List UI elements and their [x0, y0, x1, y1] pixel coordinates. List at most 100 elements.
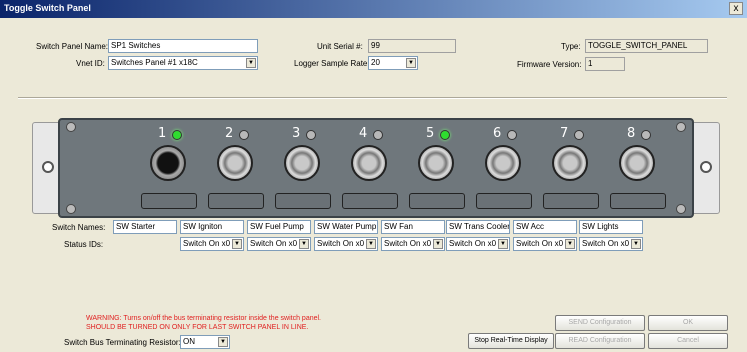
switch-label-box	[543, 193, 599, 209]
screw-icon	[676, 204, 686, 214]
logger-sample-rate-label: Logger Sample Rate:	[294, 59, 370, 68]
switch-panel-graphic: 1 2 3 4 5 6 7 8	[32, 118, 720, 218]
switch-plate: 1 2 3 4 5 6 7 8	[58, 118, 694, 218]
status-id-select-4[interactable]: Switch On x0 ▼	[381, 237, 445, 251]
stop-realtime-display-button[interactable]: Stop Real-Time Display	[468, 333, 554, 349]
switch-number: 4	[359, 126, 368, 141]
status-id-select-7[interactable]: Switch On x0 ▼	[579, 237, 643, 251]
toggle-knob-icon[interactable]	[351, 145, 387, 181]
switch-label-box	[342, 193, 398, 209]
switch-name-input-7[interactable]: SW Acc	[513, 220, 577, 234]
status-id-select-6[interactable]: Switch On x0 ▼	[513, 237, 577, 251]
screw-icon	[676, 122, 686, 132]
warning-line-1: WARNING: Turns on/off the bus terminatin…	[86, 315, 321, 322]
chevron-down-icon[interactable]: ▼	[366, 239, 376, 249]
terminating-resistor-select[interactable]: ON ▼	[180, 335, 230, 349]
status-id-value: Switch On x0	[250, 239, 298, 248]
chevron-down-icon[interactable]: ▼	[433, 239, 443, 249]
switch-3[interactable]: 3	[275, 126, 338, 216]
led-icon	[440, 130, 450, 140]
switch-7[interactable]: 7	[543, 126, 606, 216]
chevron-down-icon[interactable]: ▼	[498, 239, 508, 249]
status-id-select-2[interactable]: Switch On x0 ▼	[247, 237, 311, 251]
chevron-down-icon[interactable]: ▼	[406, 58, 416, 68]
switch-name-input-6[interactable]: SW Trans Cooler	[446, 220, 510, 234]
chevron-down-icon[interactable]: ▼	[232, 239, 242, 249]
switch-label-box	[208, 193, 264, 209]
logger-sample-rate-select[interactable]: 20 ▼	[368, 56, 418, 70]
status-id-select-3[interactable]: Switch On x0 ▼	[314, 237, 378, 251]
status-id-select-1[interactable]: Switch On x0 ▼	[180, 237, 244, 251]
led-icon	[172, 130, 182, 140]
chevron-down-icon[interactable]: ▼	[299, 239, 309, 249]
switch-number: 3	[292, 126, 301, 141]
switch-name-input-4[interactable]: SW Water Pump	[314, 220, 378, 234]
read-configuration-button[interactable]: READ Configuration	[555, 333, 645, 349]
switch-names-label: Switch Names:	[52, 223, 106, 232]
type-label: Type:	[561, 42, 581, 51]
led-icon	[507, 130, 517, 140]
toggle-knob-icon[interactable]	[485, 145, 521, 181]
vnet-id-select[interactable]: Switches Panel #1 x18C ▼	[108, 56, 258, 70]
close-button[interactable]: x	[729, 2, 743, 15]
chevron-down-icon[interactable]: ▼	[565, 239, 575, 249]
switch-panel-name-input[interactable]: SP1 Switches	[108, 39, 258, 53]
switch-8[interactable]: 8	[610, 126, 673, 216]
vnet-id-label: Vnet ID:	[76, 59, 105, 68]
led-icon	[239, 130, 249, 140]
switch-5[interactable]: 5	[409, 126, 472, 216]
switch-number: 6	[493, 126, 502, 141]
unit-serial-field: 99	[368, 39, 456, 53]
status-id-value: Switch On x0	[317, 239, 365, 248]
toggle-knob-icon[interactable]	[418, 145, 454, 181]
ok-button[interactable]: OK	[648, 315, 728, 331]
send-configuration-button[interactable]: SEND Configuration	[555, 315, 645, 331]
cancel-button[interactable]: Cancel	[648, 333, 728, 349]
firmware-version-field: 1	[585, 57, 625, 71]
status-id-value: Switch On x0	[582, 239, 630, 248]
led-icon	[306, 130, 316, 140]
unit-serial-label: Unit Serial #:	[317, 42, 363, 51]
switch-label-box	[275, 193, 331, 209]
chevron-down-icon[interactable]: ▼	[218, 337, 228, 347]
switch-1[interactable]: 1	[141, 126, 204, 216]
window-titlebar: Toggle Switch Panel x	[0, 0, 747, 18]
switch-number: 7	[560, 126, 569, 141]
switch-number: 2	[225, 126, 234, 141]
switch-2[interactable]: 2	[208, 126, 271, 216]
toggle-knob-icon[interactable]	[552, 145, 588, 181]
firmware-version-label: Firmware Version:	[517, 60, 582, 69]
toggle-knob-icon[interactable]	[619, 145, 655, 181]
mount-hole-icon	[700, 161, 712, 173]
toggle-knob-icon[interactable]	[150, 145, 186, 181]
led-icon	[641, 130, 651, 140]
switch-number: 5	[426, 126, 435, 141]
toggle-knob-icon[interactable]	[284, 145, 320, 181]
mount-bracket-right	[690, 122, 720, 214]
switch-label-box	[610, 193, 666, 209]
switch-name-input-2[interactable]: SW Igniton	[180, 220, 244, 234]
screw-icon	[66, 204, 76, 214]
chevron-down-icon[interactable]: ▼	[246, 58, 256, 68]
switch-panel-name-label: Switch Panel Name:	[36, 42, 109, 51]
switch-name-input-3[interactable]: SW Fuel Pump	[247, 220, 311, 234]
status-ids-label: Status IDs:	[64, 240, 104, 249]
switch-name-input-1[interactable]: SW Starter	[113, 220, 177, 234]
switch-number: 1	[158, 126, 167, 141]
logger-sample-rate-value: 20	[371, 58, 380, 67]
status-id-select-5[interactable]: Switch On x0 ▼	[446, 237, 510, 251]
warning-line-2: SHOULD BE TURNED ON ONLY FOR LAST SWITCH…	[86, 324, 309, 331]
switch-name-input-5[interactable]: SW Fan	[381, 220, 445, 234]
window-title: Toggle Switch Panel	[4, 3, 91, 13]
status-id-value: Switch On x0	[516, 239, 564, 248]
toggle-knob-icon[interactable]	[217, 145, 253, 181]
type-field: TOGGLE_SWITCH_PANEL	[585, 39, 708, 53]
switch-4[interactable]: 4	[342, 126, 405, 216]
switch-6[interactable]: 6	[476, 126, 539, 216]
status-id-value: Switch On x0	[183, 239, 231, 248]
mount-hole-icon	[42, 161, 54, 173]
chevron-down-icon[interactable]: ▼	[631, 239, 641, 249]
led-icon	[373, 130, 383, 140]
switch-name-input-8[interactable]: SW Lights	[579, 220, 643, 234]
status-id-value: Switch On x0	[449, 239, 497, 248]
